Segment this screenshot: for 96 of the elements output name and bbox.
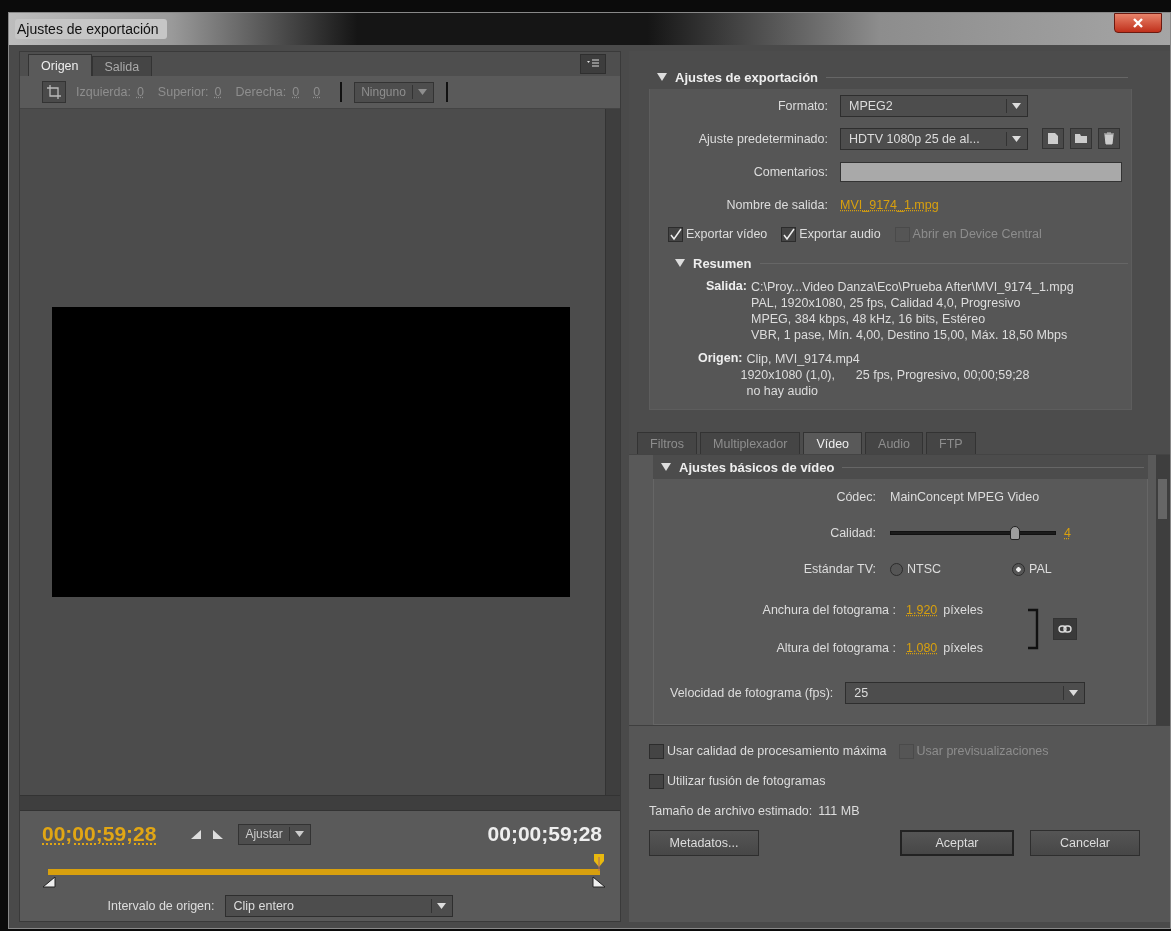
accept-button[interactable]: Aceptar	[900, 830, 1014, 856]
close-icon	[1132, 17, 1144, 29]
frame-rate-dropdown[interactable]: 25	[845, 682, 1086, 704]
menu-icon	[586, 59, 600, 69]
checkbox[interactable]	[668, 226, 683, 242]
timecode[interactable]: 00;00;59;28	[42, 822, 157, 846]
zoom-dropdown[interactable]: Ajustar	[238, 823, 311, 845]
checkbox-label: Exportar audio	[799, 227, 881, 241]
settings-tab[interactable]: Multiplexador	[700, 432, 801, 454]
field-label: Velocidad de fotograma (fps):	[669, 686, 835, 700]
dropdown-arrow-icon	[436, 903, 446, 909]
field-label: Ajuste predeterminado:	[697, 131, 829, 146]
scrollbar[interactable]	[605, 109, 620, 795]
radio-button[interactable]	[1012, 562, 1025, 576]
section-heading: Ajustes básicos de vídeo	[679, 459, 835, 475]
dialog-button[interactable]: Cancelar	[1030, 830, 1140, 856]
width-value[interactable]: 1.920	[906, 603, 938, 617]
folder-icon	[1074, 133, 1088, 144]
dropdown-arrow-icon	[294, 831, 304, 837]
panel-tab[interactable]: Salida	[91, 56, 153, 76]
quality-slider[interactable]	[890, 525, 1056, 541]
unit-label: píxeles	[943, 641, 983, 655]
summary-text: Clip, MVI_9174.mp4	[746, 351, 861, 367]
summary-label: Origen:	[698, 351, 743, 367]
dropdown-arrow-icon	[1012, 102, 1021, 109]
import-preset-button[interactable]	[1070, 128, 1092, 149]
dropdown-arrow-icon	[1012, 135, 1021, 142]
summary-text: C:\Proy...Video Danza\Eco\Prueba After\MVI_9174_1.mpg	[751, 279, 1074, 295]
collapse-icon[interactable]	[661, 463, 671, 471]
checkbox-label: Utilizar fusión de fotogramas	[667, 774, 826, 788]
panel-menu-button[interactable]	[580, 54, 606, 74]
collapse-icon[interactable]	[675, 259, 685, 267]
output-name-link[interactable]: MVI_9174_1.mpg	[840, 197, 939, 212]
chain-link-icon	[1057, 625, 1072, 633]
codec-value: MainConcept MPEG Video	[890, 490, 1040, 504]
field-label: Nombre de salida:	[725, 197, 829, 212]
height-value[interactable]: 1.080	[906, 641, 938, 655]
out-point-icon[interactable]	[212, 828, 225, 840]
field-label: Formato:	[777, 98, 829, 113]
dropdown-arrow-icon	[417, 89, 427, 95]
checkbox[interactable]	[781, 226, 797, 242]
checkbox[interactable]	[649, 773, 664, 789]
checkbox-label: Usar calidad de procesamiento máxima	[667, 744, 887, 758]
summary-text: PAL, 1920x1080, 25 fps, Calidad 4,0, Progresivo	[751, 295, 1022, 311]
panel-tab[interactable]: Origen	[28, 54, 92, 76]
scrollbar[interactable]	[1156, 455, 1170, 725]
summary-text: MPEG, 384 kbps, 48 kHz, 16 bits, Estéreo	[751, 311, 987, 327]
scrollbar[interactable]	[20, 795, 620, 811]
field-label: Anchura del fotograma :	[761, 603, 897, 617]
summary-text: VBR, 1 pase, Mín. 4,00, Destino 15,00, Máx. 18,50 Mbps	[751, 327, 1069, 343]
section-heading: Ajustes de exportación	[675, 69, 819, 85]
settings-tab[interactable]: Audio	[865, 432, 924, 454]
file-size-value: 111 MB	[818, 804, 860, 818]
section-heading: Resumen	[693, 255, 752, 271]
delete-preset-button[interactable]	[1098, 128, 1120, 149]
radio-button[interactable]	[890, 562, 903, 576]
summary-text: 1920x1080 (1,0), 25 fps, Progresivo, 00;00;59;28	[740, 367, 1030, 383]
settings-tab[interactable]: Filtros	[637, 432, 698, 454]
field-label: Calidad:	[829, 526, 877, 540]
comments-field[interactable]	[840, 161, 1122, 182]
field-label: Códec:	[835, 490, 877, 504]
crop-icon	[47, 85, 61, 99]
checkbox[interactable]	[649, 743, 664, 759]
window-title: Ajustes de exportación	[15, 19, 167, 39]
dialog-button[interactable]: Metadatos...	[649, 830, 759, 856]
save-preset-button[interactable]	[1042, 128, 1064, 149]
summary-text: no hay audio	[746, 383, 820, 399]
range-label: Intervalo de origen:	[107, 899, 215, 913]
file-size-label: Tamaño de archivo estimado:	[649, 804, 813, 818]
field-label: Estándar TV:	[802, 562, 877, 576]
checkbox-label: Exportar vídeo	[686, 227, 768, 241]
close-button[interactable]	[1114, 13, 1162, 33]
summary-label: Salida:	[706, 279, 747, 295]
trash-icon	[1103, 132, 1115, 145]
settings-tab[interactable]: FTP	[926, 432, 976, 454]
range-dropdown[interactable]: Clip entero	[224, 895, 453, 917]
collapse-icon[interactable]	[657, 73, 667, 81]
format-dropdown[interactable]: MPEG2	[840, 94, 1028, 117]
quality-value[interactable]: 4	[1064, 526, 1071, 540]
range-end-handle[interactable]	[592, 876, 606, 888]
radio-label: PAL	[1029, 562, 1052, 576]
link-button[interactable]	[1052, 618, 1077, 640]
unit-label: píxeles	[943, 603, 983, 617]
settings-tab[interactable]: Vídeo	[803, 432, 863, 454]
slider-thumb[interactable]	[1009, 526, 1020, 540]
preset-dropdown[interactable]: HDTV 1080p 25 de al...	[840, 127, 1028, 150]
bracket-icon	[1026, 608, 1039, 650]
playhead-icon[interactable]	[592, 853, 606, 871]
field-label: Comentarios:	[752, 164, 829, 179]
field-label: Altura del fotograma :	[775, 641, 897, 655]
document-icon	[1047, 132, 1059, 145]
dropdown-arrow-icon	[1069, 690, 1079, 696]
range-start-handle[interactable]	[42, 876, 56, 888]
radio-label: NTSC	[907, 562, 942, 576]
in-point-icon[interactable]	[190, 828, 203, 840]
timecode: 00;00;59;28	[487, 822, 602, 846]
